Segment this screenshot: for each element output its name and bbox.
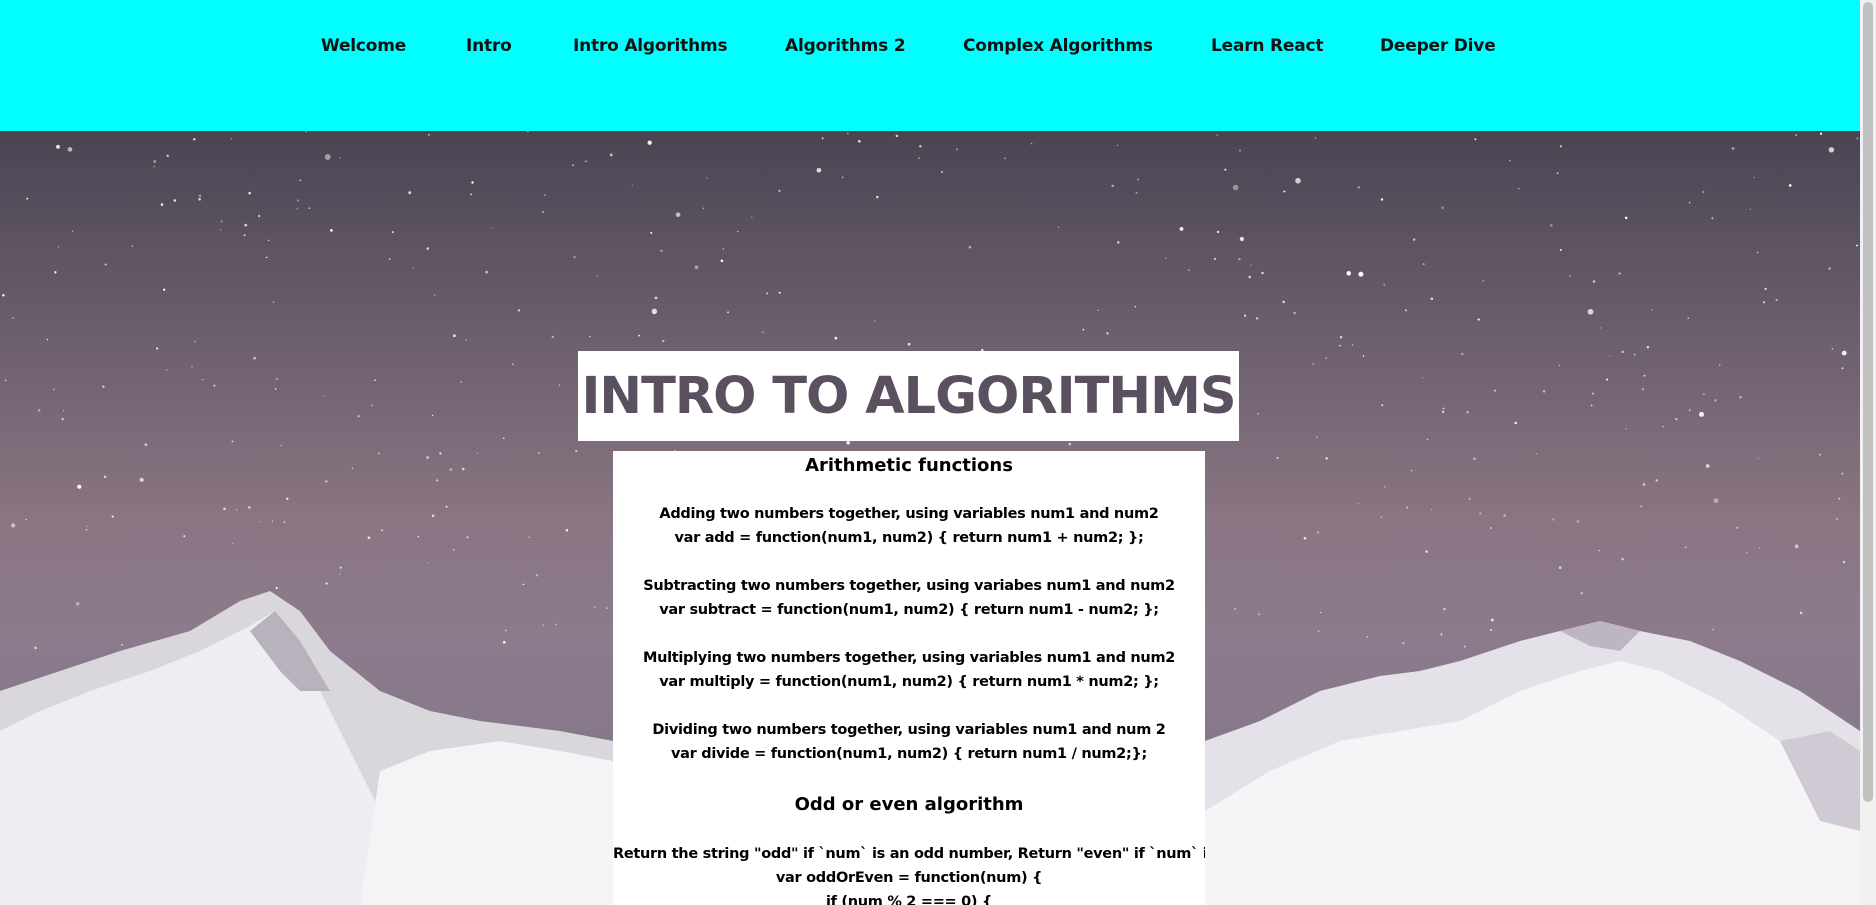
subtract-code: var subtract = function(num1, num2) { re… [659,602,1159,618]
nav-link-deeper-dive[interactable]: Deeper Dive [1380,36,1496,56]
add-description: Adding two numbers together, using varia… [659,506,1159,522]
odd-even-heading: Odd or even algorithm [794,794,1024,815]
multiply-description: Multiplying two numbers together, using … [642,650,1176,666]
nav-link-algorithms-2[interactable]: Algorithms 2 [785,36,906,56]
page-scrollbar[interactable] [1860,0,1876,905]
odd-even-description: Return the string "odd" if `num` is an o… [613,846,1205,862]
nav-link-intro-algorithms[interactable]: Intro Algorithms [573,36,728,56]
nav-link-learn-react[interactable]: Learn React [1211,36,1324,56]
page-title-box: INTRO TO ALGORITHMS [578,351,1239,441]
content-panel: Arithmetic functions Adding two numbers … [613,451,1205,905]
top-nav-bar: Welcome Intro Intro Algorithms Algorithm… [0,0,1860,131]
arithmetic-heading: Arithmetic functions [805,455,1013,476]
subtract-description: Subtracting two numbers together, using … [643,578,1175,594]
odd-even-code-line-1: var oddOrEven = function(num) { [775,870,1043,886]
divide-code: var divide = function(num1, num2) { retu… [671,746,1147,762]
multiply-code: var multiply = function(num1, num2) { re… [659,674,1159,690]
page-title: INTRO TO ALGORITHMS [581,366,1236,426]
add-code: var add = function(num1, num2) { return … [674,530,1144,546]
nav-link-intro[interactable]: Intro [466,36,512,56]
divide-description: Dividing two numbers together, using var… [652,722,1166,738]
scrollbar-thumb[interactable] [1863,2,1873,802]
nav-link-complex-algorithms[interactable]: Complex Algorithms [963,36,1153,56]
odd-even-code-line-2: if (num % 2 === 0) { [825,894,993,905]
nav-link-welcome[interactable]: Welcome [321,36,406,56]
